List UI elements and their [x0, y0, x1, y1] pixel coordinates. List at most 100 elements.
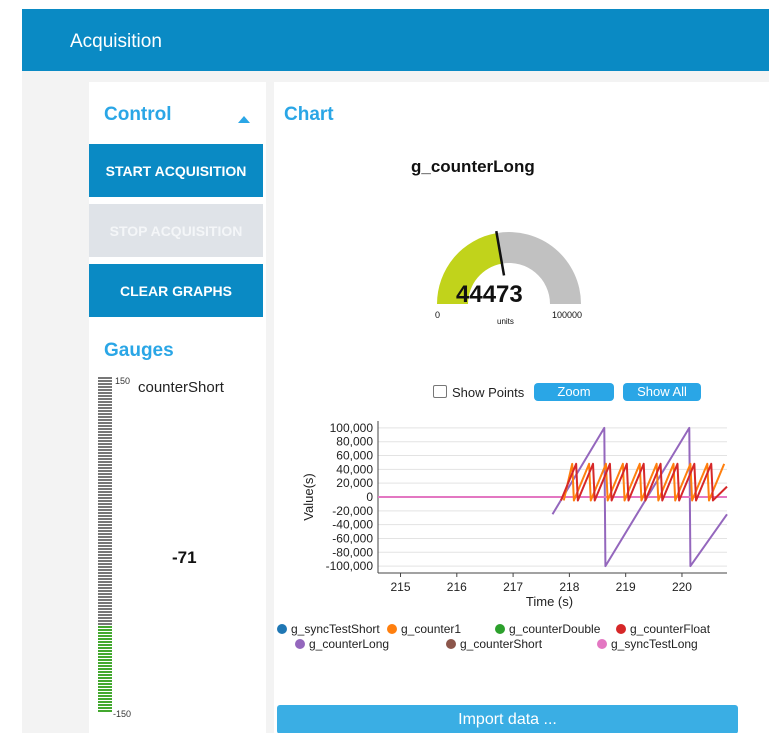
bar-gauge-segment: [98, 389, 112, 391]
bar-gauge-segment: [98, 611, 112, 613]
bar-gauge-segment: [98, 665, 112, 667]
bar-gauge-segment: [98, 416, 112, 418]
y-tick-label: 60,000: [336, 449, 373, 463]
bar-gauge-segment: [98, 449, 112, 451]
bar-gauge-segment: [98, 476, 112, 478]
bar-gauge-segment: [98, 437, 112, 439]
bar-gauge-segment: [98, 497, 112, 499]
legend-marker-icon: [387, 624, 397, 634]
bar-gauge-max: 150: [115, 376, 131, 386]
bar-gauge-segment: [98, 395, 112, 397]
y-tick-label: 100,000: [330, 421, 374, 435]
legend-item[interactable]: g_counterDouble: [495, 622, 600, 636]
bar-gauge-value: -71: [172, 548, 197, 567]
bar-gauge-segment: [98, 413, 112, 415]
zoom-button[interactable]: Zoom: [534, 383, 614, 401]
legend-item[interactable]: g_syncTestLong: [597, 637, 698, 651]
bar-gauge-segment: [98, 509, 112, 511]
bar-gauge-segment: [98, 659, 112, 661]
bar-gauge-segment: [98, 542, 112, 544]
legend-marker-icon: [277, 624, 287, 634]
y-tick-label: -60,000: [332, 531, 373, 545]
x-tick-label: 218: [559, 580, 579, 594]
bar-gauge-segment: [98, 443, 112, 445]
legend-item[interactable]: g_counterLong: [295, 637, 389, 651]
clear-graphs-button[interactable]: CLEAR GRAPHS: [89, 264, 263, 317]
gauge-units: units: [497, 317, 514, 326]
bar-gauge-segment: [98, 674, 112, 676]
bar-gauge-segment: [98, 587, 112, 589]
control-title: Control: [104, 104, 172, 125]
bar-gauge-segment: [98, 662, 112, 664]
bar-gauge-segment: [98, 557, 112, 559]
chart-panel: Chart g_counterLong 44473 0 units 100000…: [274, 82, 769, 733]
y-tick-label: -40,000: [332, 518, 373, 532]
bar-gauge-segment: [98, 704, 112, 706]
y-tick-label: -20,000: [332, 504, 373, 518]
bar-gauge-segment: [98, 392, 112, 394]
bar-gauge-segment: [98, 698, 112, 700]
bar-gauge-segment: [98, 572, 112, 574]
legend-item[interactable]: g_syncTestShort: [277, 622, 380, 636]
bar-gauge-segment: [98, 575, 112, 577]
bar-gauge-segment: [98, 692, 112, 694]
y-axis-label: Value(s): [301, 473, 316, 520]
y-tick-label: -100,000: [326, 559, 374, 573]
import-data-button[interactable]: Import data ...: [277, 705, 738, 733]
bar-gauge-segment: [98, 680, 112, 682]
bar-gauge-segment: [98, 668, 112, 670]
bar-gauge-segment: [98, 545, 112, 547]
bar-gauge-segment: [98, 623, 112, 625]
bar-gauge-segment: [98, 581, 112, 583]
bar-gauge-segment: [98, 584, 112, 586]
y-tick-label: 0: [366, 490, 373, 504]
bar-gauge-min: -150: [113, 709, 132, 719]
start-acquisition-button[interactable]: START ACQUISITION: [89, 144, 263, 197]
bar-gauge-segment: [98, 641, 112, 643]
bar-gauge-segment: [98, 500, 112, 502]
show-points-checkbox[interactable]: [433, 385, 447, 398]
bar-gauge-segment: [98, 452, 112, 454]
bar-gauge-segment: [98, 470, 112, 472]
bar-gauge-segment: [98, 419, 112, 421]
bar-gauge-segment: [98, 428, 112, 430]
bar-gauge-segment: [98, 503, 112, 505]
x-axis-label: Time (s): [526, 594, 573, 609]
bar-gauge-segment: [98, 524, 112, 526]
bar-gauge-segment: [98, 614, 112, 616]
gauges-title: Gauges: [104, 340, 174, 361]
page-title: Acquisition: [70, 31, 162, 52]
legend-item[interactable]: g_counter1: [387, 622, 461, 636]
bar-gauge-segment: [98, 467, 112, 469]
bar-gauge-segment: [98, 626, 112, 628]
bar-gauge-segment: [98, 620, 112, 622]
bar-gauge-segment: [98, 485, 112, 487]
show-all-button[interactable]: Show All: [623, 383, 701, 401]
bar-gauge-segment: [98, 491, 112, 493]
bar-gauge-segment: [98, 458, 112, 460]
bar-gauge-segment: [98, 563, 112, 565]
bar-gauge-segment: [98, 554, 112, 556]
bar-gauge-segment: [98, 518, 112, 520]
legend-marker-icon: [597, 639, 607, 649]
x-tick-label: 217: [503, 580, 523, 594]
bar-gauge-segment: [98, 386, 112, 388]
bar-gauge-segment: [98, 656, 112, 658]
bar-gauge-segment: [98, 488, 112, 490]
bar-gauge-segment: [98, 434, 112, 436]
y-tick-label: -80,000: [332, 545, 373, 559]
stop-acquisition-button: STOP ACQUISITION: [89, 204, 263, 257]
bar-gauge-segment: [98, 404, 112, 406]
legend-marker-icon: [616, 624, 626, 634]
legend-item[interactable]: g_counterShort: [446, 637, 542, 651]
bar-gauge-segment: [98, 596, 112, 598]
bar-gauge-segment: [98, 647, 112, 649]
bar-gauge-segment: [98, 707, 112, 709]
gauge-value: 44473: [456, 281, 523, 308]
bar-gauge-segment: [98, 440, 112, 442]
collapse-chevron-icon[interactable]: [238, 116, 250, 123]
bar-gauge-segment: [98, 431, 112, 433]
bar-gauge-segment: [98, 422, 112, 424]
bar-gauge-segment: [98, 599, 112, 601]
legend-item[interactable]: g_counterFloat: [616, 622, 710, 636]
